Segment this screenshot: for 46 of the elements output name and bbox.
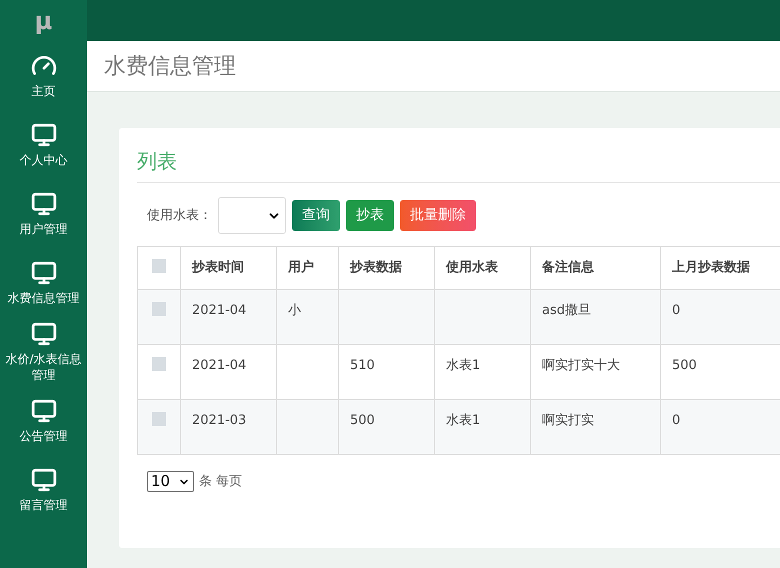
sidebar-item[interactable]: 水价/水表信息管理	[0, 317, 87, 386]
checkbox[interactable]	[152, 412, 166, 426]
monitor-icon	[30, 122, 56, 148]
column-header: 抄表时间	[181, 247, 277, 289]
column-header: 上月抄表数据	[661, 247, 780, 289]
page-title: 水费信息管理	[104, 52, 236, 80]
filter-label: 使用水表：	[147, 206, 212, 225]
sidebar-item[interactable]: 公告管理	[0, 386, 87, 455]
table-cell: 水表1	[446, 358, 480, 373]
page-size-label: 条 每页	[199, 472, 242, 491]
read-button[interactable]: 抄表	[346, 200, 394, 231]
checkbox[interactable]	[152, 357, 166, 371]
logo: μ	[34, 6, 54, 36]
table-cell: 小	[288, 303, 301, 318]
table-cell: 2021-03	[192, 413, 246, 428]
table-cell: 0	[672, 303, 680, 318]
sidebar-item[interactable]: 个人中心	[0, 110, 87, 179]
table-cell: 500	[672, 358, 697, 373]
table-cell: 2021-04	[192, 303, 246, 318]
monitor-icon	[30, 190, 56, 216]
column-header: 用户	[277, 247, 339, 289]
sidebar-item[interactable]: 主页	[0, 41, 87, 110]
monitor-icon	[30, 466, 56, 492]
column-header: 抄表数据	[339, 247, 435, 289]
sidebar-item[interactable]: 用户管理	[0, 179, 87, 248]
column-header: 备注信息	[531, 247, 661, 289]
checkbox[interactable]	[152, 302, 166, 316]
monitor-icon	[30, 398, 56, 424]
column-header: 使用水表	[435, 247, 531, 289]
card-title: 列表	[137, 146, 780, 183]
table-cell: 500	[350, 413, 375, 428]
page-size-select[interactable]: 10	[147, 471, 194, 492]
meter-select[interactable]	[218, 197, 286, 234]
table-cell: 啊实打实十大	[542, 358, 620, 373]
checkbox[interactable]	[152, 259, 166, 273]
query-button[interactable]: 查询	[292, 200, 340, 231]
table-cell: 水表1	[446, 413, 480, 428]
sidebar-item[interactable]: 水费信息管理	[0, 248, 87, 317]
table-cell: asd撒旦	[542, 303, 591, 318]
table-cell: 2021-04	[192, 358, 246, 373]
monitor-icon	[30, 320, 56, 346]
table-cell: 0	[672, 413, 680, 428]
table-cell: 啊实打实	[542, 413, 594, 428]
table-cell: 510	[350, 358, 375, 373]
monitor-icon	[30, 260, 56, 286]
sidebar-item[interactable]: 留言管理	[0, 455, 87, 524]
